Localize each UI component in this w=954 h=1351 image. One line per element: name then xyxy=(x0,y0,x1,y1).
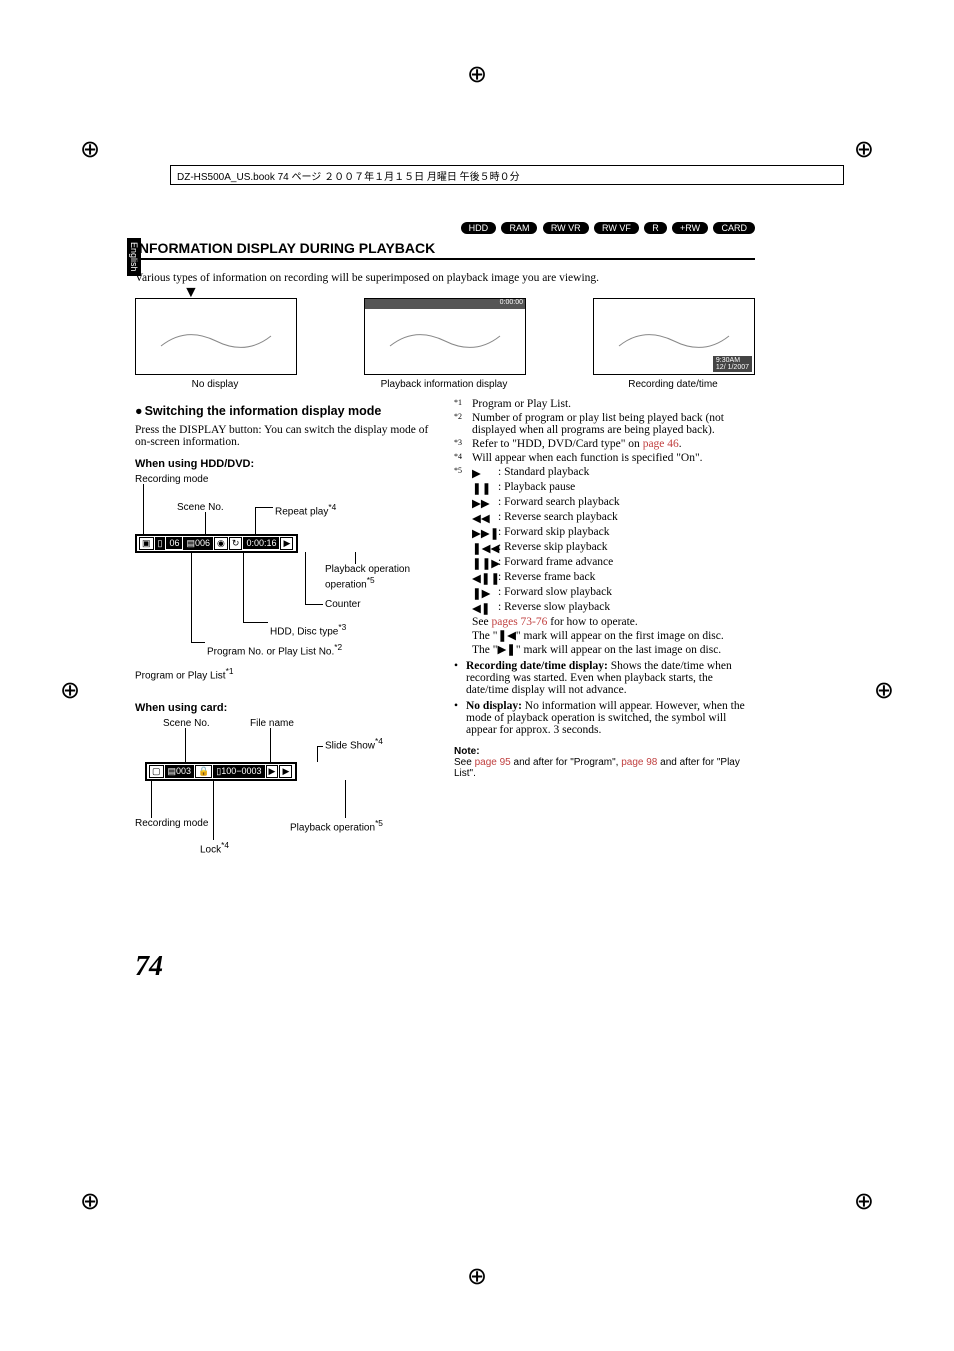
rev-frame-icon: ◀❚❚ xyxy=(472,571,498,585)
screen-row: ▼ No display 0:00:00 Playback informatio… xyxy=(135,298,755,390)
fwd-slow-icon: ❚▶ xyxy=(472,586,498,600)
bullet-rec-date: Recording date/time display: Shows the d… xyxy=(454,660,755,696)
fn-sup: *3 xyxy=(454,438,472,450)
subhead-body: Press the DISPLAY button: You can switch… xyxy=(135,424,436,448)
lbl-sceneno: Scene No. xyxy=(177,502,224,513)
print-mark-icon: ⊕ xyxy=(854,135,874,164)
screen-rec-datetime: 9:30AM 12/ 1/2007 xyxy=(593,298,755,375)
fn-icon-block: ▶: Standard playback ❚❚: Playback pause … xyxy=(472,466,755,656)
seg-repeat-icon: ↻ xyxy=(229,537,243,550)
lbl-progplay: Program or Play List*1 xyxy=(135,666,233,681)
screen-caption: Recording date/time xyxy=(593,379,753,390)
fn-text: Will appear when each function is specif… xyxy=(472,452,755,464)
section-title: INFORMATION DISPLAY DURING PLAYBACK xyxy=(135,240,755,260)
page-link[interactable]: pages 73-76 xyxy=(491,616,547,628)
seg-play-icon: ▶ xyxy=(280,537,293,550)
fwd-skip-icon: ▶▶❚ xyxy=(472,526,498,540)
lbl-progno: Program No. or Play List No.*2 xyxy=(207,642,342,657)
seg-slide-icon: ▶ xyxy=(266,765,279,778)
lbl-counter: Counter xyxy=(325,599,361,610)
fn-text: Refer to "HDD, DVD/Card type" on page 46… xyxy=(472,438,755,450)
print-mark-icon: ⊕ xyxy=(874,676,894,705)
print-mark-icon: ⊕ xyxy=(80,135,100,164)
lbl-sceneno: Scene No. xyxy=(163,718,210,729)
lbl-disctype: HDD, Disc type*3 xyxy=(270,622,346,637)
badge-hdd: HDD xyxy=(461,222,497,234)
lbl-lock: Lock*4 xyxy=(200,840,229,855)
seg-prog: 06 xyxy=(166,537,182,549)
fn-sup: *1 xyxy=(454,398,472,410)
rev-slow-icon: ◀❚ xyxy=(472,601,498,615)
dvd-display-bar: ▣ ▯ 06 ▤006 ◉ ↻ 0:00:16 ▶ xyxy=(135,534,298,553)
seg-icon: ▣ xyxy=(139,537,154,550)
seg-counter: 0:00:16 xyxy=(243,537,279,549)
badge-rwvf: RW VF xyxy=(594,222,639,234)
rec-datetime-overlay: 9:30AM 12/ 1/2007 xyxy=(713,356,752,372)
lbl-slideshow: Slide Show*4 xyxy=(325,736,383,751)
screen-caption: No display xyxy=(135,379,295,390)
note-heading: Note: xyxy=(454,746,755,757)
print-mark-icon: ⊕ xyxy=(80,1187,100,1216)
print-mark-icon: ⊕ xyxy=(854,1187,874,1216)
lbl-repeat: Repeat play*4 xyxy=(275,502,336,517)
fn-text: Program or Play List. xyxy=(472,398,755,410)
fwd-frame-icon: ❚❚▶ xyxy=(472,556,498,570)
header-text: DZ-HS500A_US.book 74 ページ ２００７年１月１５日 月曜日 … xyxy=(177,168,520,183)
when-heading-card: When using card: xyxy=(135,702,436,714)
page-link[interactable]: page 46 xyxy=(643,438,679,450)
fn-sup: *2 xyxy=(454,412,472,436)
seg-scene: ▤006 xyxy=(183,537,213,550)
card-diagram: Scene No. File name Slide Show*4 ▢ ▤003 … xyxy=(135,718,436,868)
subheading: Switching the information display mode xyxy=(135,404,436,418)
print-mark-icon: ⊕ xyxy=(60,676,80,705)
lbl-recmode: Recording mode xyxy=(135,474,208,485)
bullet-no-display: No display: No information will appear. … xyxy=(454,700,755,736)
badge-ram: RAM xyxy=(501,222,537,234)
footnote-list: *1 Program or Play List. *2Number of pro… xyxy=(454,398,755,656)
lbl-filename: File name xyxy=(250,718,294,729)
screen-image-placeholder xyxy=(136,299,296,374)
screen-caption: Playback information display xyxy=(364,379,524,390)
seg-card-icon: ▢ xyxy=(149,765,164,778)
page-number: 74 xyxy=(135,951,163,983)
intro-text: Various types of information on recordin… xyxy=(135,272,755,284)
screen-image-placeholder xyxy=(365,299,525,374)
fwd-search-icon: ▶▶ xyxy=(472,496,498,510)
screen-no-display xyxy=(135,298,297,375)
seg-file: ▯100−0003 xyxy=(213,765,264,778)
note-text: See page 95 and after for "Program", pag… xyxy=(454,757,755,779)
rev-skip-icon: ❚◀◀ xyxy=(472,541,498,555)
lbl-playback-op: Playback operationoperation*5 xyxy=(325,564,410,590)
badge-plusrw: +RW xyxy=(672,222,708,234)
rev-search-icon: ◀◀ xyxy=(472,511,498,525)
seg-scene: ▤003 xyxy=(165,765,195,778)
seg-lock-icon: 🔒 xyxy=(195,765,212,778)
seg-disc-icon: ◉ xyxy=(214,537,228,550)
lbl-recmode: Recording mode xyxy=(135,818,208,829)
badge-r: R xyxy=(644,222,667,234)
page-header-bar: DZ-HS500A_US.book 74 ページ ２００７年１月１５日 月曜日 … xyxy=(170,165,844,185)
badge-card: CARD xyxy=(713,222,755,234)
language-tab: English xyxy=(127,238,141,276)
card-display-bar: ▢ ▤003 🔒 ▯100−0003 ▶ ▶ xyxy=(145,762,297,781)
seg-play-icon: ▶ xyxy=(279,765,292,778)
badge-rwvr: RW VR xyxy=(543,222,589,234)
seg-mode: ▯ xyxy=(155,537,166,550)
media-badges: HDD RAM RW VR RW VF R +RW CARD xyxy=(135,220,755,234)
fn-sup: *5 xyxy=(454,466,472,656)
lbl-playback-op: Playback operation*5 xyxy=(290,818,383,833)
pause-icon: ❚❚ xyxy=(472,481,498,495)
when-heading-dvd: When using HDD/DVD: xyxy=(135,458,436,470)
play-icon: ▶ xyxy=(472,466,498,480)
print-mark-icon: ⊕ xyxy=(467,1262,487,1291)
dvd-diagram: Recording mode Scene No. Repeat play*4 ▣… xyxy=(135,474,436,694)
page-link[interactable]: page 95 xyxy=(475,757,511,768)
fn-sup: *4 xyxy=(454,452,472,464)
print-mark-icon: ⊕ xyxy=(467,60,487,89)
page-link[interactable]: page 98 xyxy=(621,757,657,768)
fn-text: Number of program or play list being pla… xyxy=(472,412,755,436)
screen-playback-info: 0:00:00 xyxy=(364,298,526,375)
